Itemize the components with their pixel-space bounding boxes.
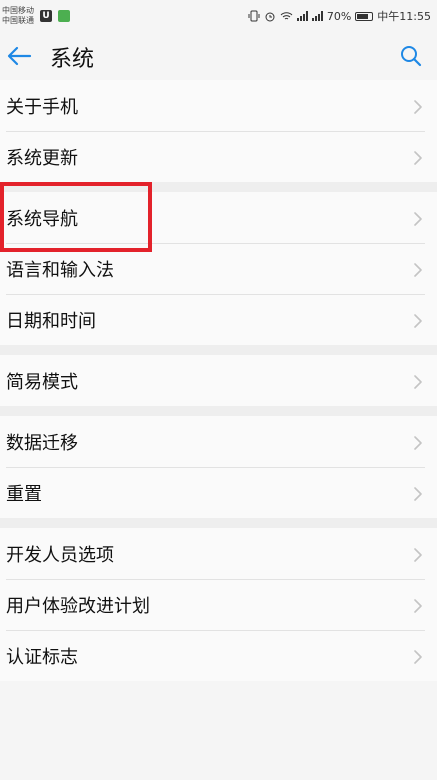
status-left: 中国移动 中国联通 U — [2, 6, 70, 26]
settings-item[interactable]: 语言和输入法 — [0, 243, 437, 294]
signal-2-icon — [311, 11, 323, 21]
settings-item[interactable]: 用户体验改进计划 — [0, 579, 437, 630]
signal-1-icon — [296, 11, 308, 21]
settings-item[interactable]: 关于手机 — [0, 80, 437, 131]
settings-item[interactable]: 系统更新 — [0, 131, 437, 182]
settings-item-label: 数据迁移 — [6, 432, 78, 454]
search-icon[interactable] — [399, 44, 423, 68]
chevron-right-icon — [413, 98, 423, 114]
section-divider — [0, 182, 437, 192]
chevron-right-icon — [413, 210, 423, 226]
settings-item[interactable]: 系统导航 — [0, 192, 437, 243]
battery-icon — [355, 11, 374, 21]
wifi-icon — [280, 11, 293, 19]
settings-item[interactable]: 重置 — [0, 467, 437, 518]
alarm-icon — [265, 12, 275, 22]
settings-item-label: 系统更新 — [6, 147, 78, 169]
settings-item-label: 开发人员选项 — [6, 544, 114, 566]
carrier-names: 中国移动 中国联通 — [2, 6, 34, 26]
settings-list: 关于手机系统更新系统导航语言和输入法 日期和时间简易模式数据迁移重置开发人员选项用… — [0, 80, 437, 681]
clock: 中午11:55 — [377, 10, 431, 23]
carrier-2: 中国联通 — [2, 16, 34, 25]
status-bar: 中国移动 中国联通 U 70% 中午11:55 — [0, 0, 437, 32]
settings-item-label: 关于手机 — [6, 96, 78, 118]
vibrate-icon — [248, 10, 260, 22]
settings-item-label: 语言和输入法 — [6, 259, 114, 281]
chevron-right-icon — [413, 312, 423, 328]
settings-item[interactable]: 数据迁移 — [0, 416, 437, 467]
settings-item-label: 用户体验改进计划 — [6, 595, 150, 617]
app-bar: 系统 — [0, 32, 437, 80]
section-divider — [0, 345, 437, 355]
section-divider — [0, 406, 437, 416]
chevron-right-icon — [413, 373, 423, 389]
settings-group: 系统导航语言和输入法 日期和时间 — [0, 192, 437, 345]
chevron-right-icon — [413, 434, 423, 450]
page-title: 系统 — [50, 47, 95, 72]
settings-group: 简易模式 — [0, 355, 437, 406]
status-right: 70% 中午11:55 — [248, 8, 431, 24]
settings-item-label: 日期和时间 — [6, 310, 96, 332]
settings-item-label: 简易模式 — [6, 371, 78, 393]
settings-item-label: 系统导航 — [6, 208, 78, 230]
settings-item-label: 认证标志 — [6, 646, 78, 668]
chevron-right-icon — [413, 648, 423, 664]
chevron-right-icon — [413, 546, 423, 562]
wechat-notification-icon — [58, 10, 70, 22]
settings-item[interactable]: 简易模式 — [0, 355, 437, 406]
back-arrow-icon[interactable] — [6, 44, 32, 68]
section-divider — [0, 518, 437, 528]
carrier-1: 中国移动 — [2, 6, 34, 15]
chevron-right-icon — [413, 485, 423, 501]
settings-group: 开发人员选项用户体验改进计划 认证标志 — [0, 528, 437, 681]
app-notification-icon: U — [40, 10, 52, 22]
settings-group: 关于手机 系统更新 — [0, 80, 437, 182]
chevron-right-icon — [413, 261, 423, 277]
settings-item[interactable]: 开发人员选项 — [0, 528, 437, 579]
battery-percent: 70% — [326, 9, 352, 23]
settings-item[interactable]: 日期和时间 — [0, 294, 437, 345]
chevron-right-icon — [413, 149, 423, 165]
chevron-right-icon — [413, 597, 423, 613]
settings-item[interactable]: 认证标志 — [0, 630, 437, 681]
settings-group: 数据迁移 重置 — [0, 416, 437, 518]
settings-item-label: 重置 — [6, 483, 42, 505]
